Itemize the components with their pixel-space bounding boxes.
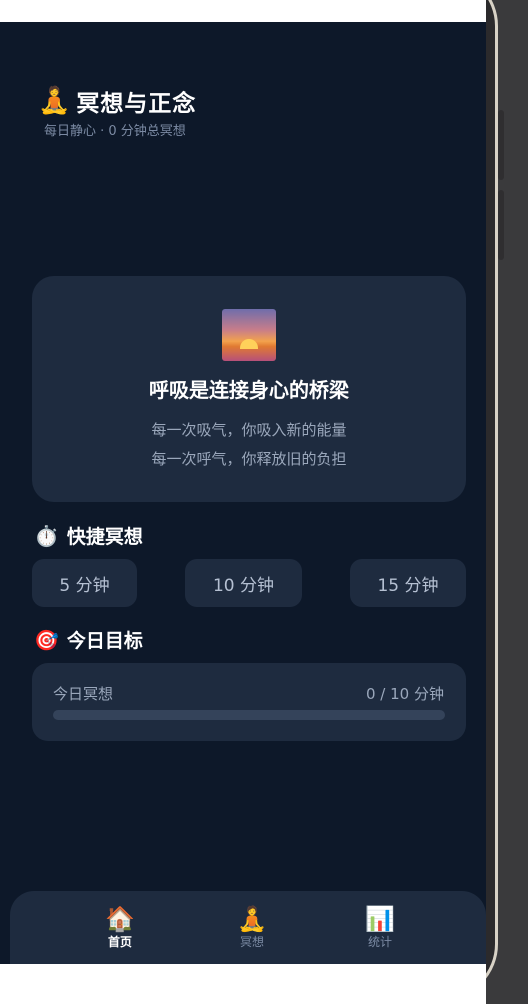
tab-meditation[interactable]: 🧘 冥想 bbox=[222, 905, 282, 950]
quick-meditation-heading: ⏱️ 快捷冥想 bbox=[34, 522, 143, 549]
daily-goal-card: 今日冥想 0 / 10 分钟 bbox=[32, 663, 466, 741]
meditation-icon: 🧘 bbox=[237, 905, 267, 933]
page-subtitle: 每日静心 · 0 分钟总冥想 bbox=[44, 124, 186, 139]
tab-stats[interactable]: 📊 统计 bbox=[350, 905, 410, 950]
quick-10min-button[interactable]: 10 分钟 bbox=[185, 559, 302, 607]
bottom-tab-bar: 🏠 首页 🧘 冥想 📊 统计 bbox=[10, 891, 486, 969]
daily-goal-heading: 🎯 今日目标 bbox=[34, 626, 143, 653]
tab-meditation-label: 冥想 bbox=[239, 935, 264, 949]
tab-home[interactable]: 🏠 首页 bbox=[90, 905, 150, 950]
bar-chart-icon: 📊 bbox=[365, 905, 395, 933]
house-icon: 🏠 bbox=[105, 905, 135, 933]
goal-progress-bar bbox=[53, 710, 445, 720]
status-bar bbox=[0, 0, 486, 22]
sunset-icon bbox=[222, 309, 276, 361]
volume-down-button bbox=[498, 190, 504, 260]
quick-5min-button[interactable]: 5 分钟 bbox=[32, 559, 137, 607]
home-indicator-area bbox=[0, 964, 486, 1004]
quick-15min-button[interactable]: 15 分钟 bbox=[350, 559, 466, 607]
daily-goal-title: 今日目标 bbox=[66, 630, 143, 652]
target-icon: 🎯 bbox=[34, 627, 59, 652]
page-title: 冥想与正念 bbox=[76, 91, 197, 117]
stopwatch-icon: ⏱️ bbox=[34, 523, 59, 548]
quote-card: 呼吸是连接身心的桥梁 每一次吸气，你吸入新的能量 每一次呼气，你释放旧的负担 bbox=[32, 276, 466, 502]
quote-title: 呼吸是连接身心的桥梁 bbox=[149, 378, 349, 402]
goal-value: 0 / 10 分钟 bbox=[366, 685, 444, 703]
tab-stats-label: 统计 bbox=[367, 935, 392, 949]
app-screen: 🧘 冥想与正念 每日静心 · 0 分钟总冥想 呼吸是连接身心的桥梁 每一次吸气，… bbox=[0, 0, 486, 1004]
page-header: 🧘 冥想与正念 每日静心 · 0 分钟总冥想 bbox=[38, 84, 196, 139]
quote-line-2: 每一次呼气，你释放旧的负担 bbox=[151, 450, 347, 468]
meditation-icon: 🧘 bbox=[38, 86, 71, 116]
goal-label: 今日冥想 bbox=[53, 685, 114, 703]
quote-line-1: 每一次吸气，你吸入新的能量 bbox=[151, 421, 347, 439]
volume-up-button bbox=[498, 110, 504, 180]
tab-home-label: 首页 bbox=[107, 935, 132, 949]
quick-meditation-title: 快捷冥想 bbox=[66, 526, 143, 548]
